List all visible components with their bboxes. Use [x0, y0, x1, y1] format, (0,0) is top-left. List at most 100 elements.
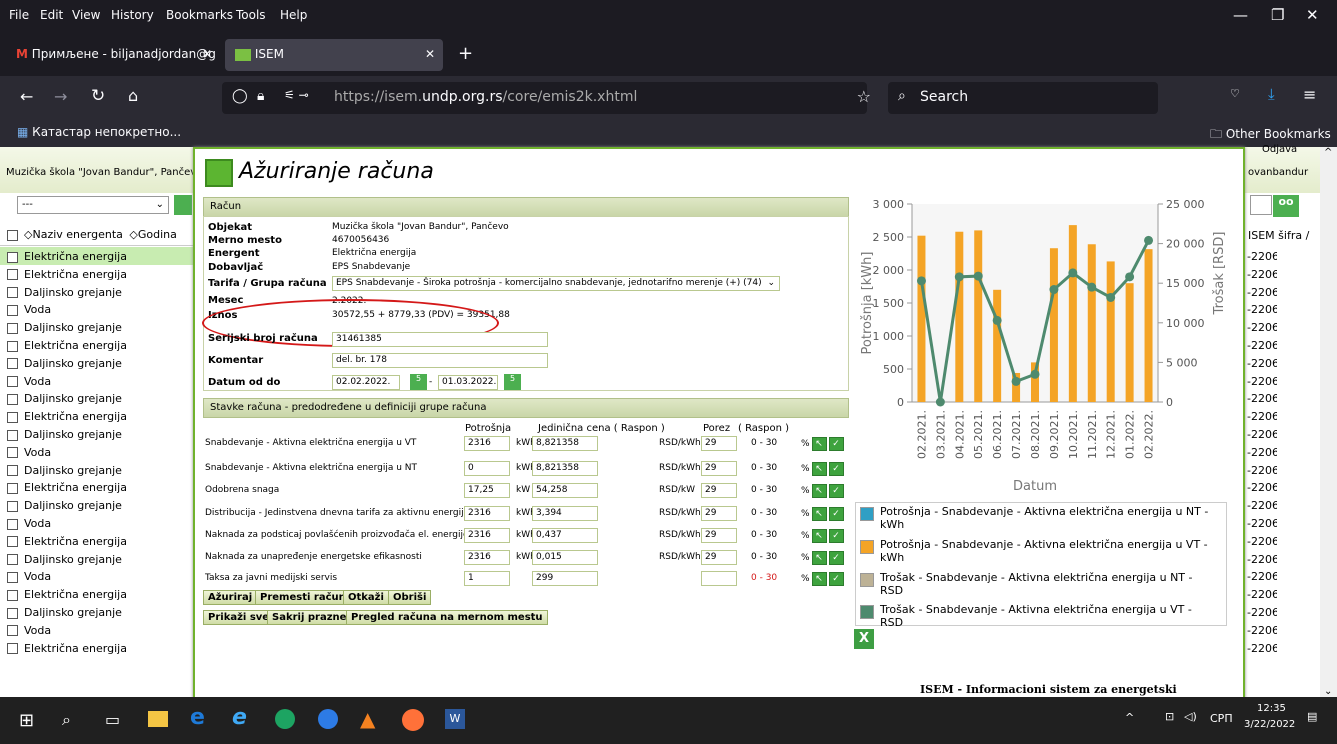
close-window-icon[interactable]: ✕: [1306, 6, 1319, 24]
item-qty-input[interactable]: 2316: [464, 528, 510, 543]
datum-od-input[interactable]: 02.02.2022.: [332, 375, 400, 390]
col-naziv[interactable]: Naziv energenta: [32, 228, 122, 241]
legend-item[interactable]: Trošak - Snabdevanje - Aktivna električn…: [856, 603, 1216, 629]
table-row[interactable]: Električna energija: [0, 639, 193, 657]
windows-start-icon[interactable]: ⊞: [19, 710, 34, 731]
table-row[interactable]: Voda: [0, 372, 193, 390]
komentar-input[interactable]: del. br. 178: [332, 353, 548, 368]
table-row[interactable]: Električna energija: [0, 265, 193, 283]
item-price-input[interactable]: 0,015: [532, 550, 598, 565]
back-icon[interactable]: ←: [20, 87, 33, 106]
chrome-icon[interactable]: [275, 709, 295, 729]
filter-icon[interactable]: [174, 195, 192, 215]
row-checkbox[interactable]: [7, 607, 18, 619]
permissions-icon[interactable]: ⚟ ⊸: [284, 88, 309, 102]
item-price-input[interactable]: 8,821358: [532, 436, 598, 451]
home-icon[interactable]: ⌂: [128, 86, 138, 105]
item-qty-input[interactable]: 2316: [464, 550, 510, 565]
check-icon[interactable]: ✓: [828, 484, 844, 498]
row-checkbox[interactable]: [7, 304, 18, 316]
item-tax-input[interactable]: 29: [701, 550, 737, 565]
check-icon[interactable]: ✓: [828, 437, 844, 451]
obrisi-button[interactable]: Obriši: [388, 590, 432, 605]
shield-icon[interactable]: ◯: [232, 88, 248, 104]
row-checkbox[interactable]: [7, 393, 18, 405]
select-all-checkbox[interactable]: [7, 229, 18, 241]
network-icon[interactable]: ⊡: [1165, 710, 1174, 723]
excel-export-icon[interactable]: X: [854, 629, 874, 649]
edit-icon[interactable]: ↖: [811, 484, 827, 498]
row-checkbox[interactable]: [7, 518, 18, 530]
row-checkbox[interactable]: [7, 536, 18, 548]
search-bar[interactable]: ⌕ Search: [888, 82, 1158, 114]
app-icon[interactable]: [318, 709, 338, 729]
edit-icon[interactable]: ↖: [811, 437, 827, 451]
table-row[interactable]: Električna energija: [0, 247, 193, 265]
row-checkbox[interactable]: [7, 411, 18, 423]
row-checkbox[interactable]: [7, 269, 18, 281]
sakrij-prazne-button[interactable]: Sakrij prazne: [267, 610, 352, 625]
item-qty-input[interactable]: 2316: [464, 436, 510, 451]
legend-item[interactable]: Potrošnja - Snabdevanje - Aktivna elektr…: [856, 505, 1216, 531]
word-icon[interactable]: W: [445, 709, 465, 729]
item-tax-input[interactable]: 29: [701, 528, 737, 543]
minimize-icon[interactable]: —: [1233, 6, 1248, 24]
notifications-icon[interactable]: ▤: [1307, 710, 1317, 723]
calendar-icon[interactable]: 5: [504, 374, 521, 390]
lock-icon[interactable]: 🔒︎: [257, 88, 264, 104]
clock-date[interactable]: 3/22/2022: [1244, 719, 1295, 730]
item-price-input[interactable]: 3,394: [532, 506, 598, 521]
col-isem[interactable]: ISEM šifra /: [1248, 229, 1309, 242]
row-checkbox[interactable]: [7, 429, 18, 441]
legend-item[interactable]: Potrošnja - Snabdevanje - Aktivna elektr…: [856, 538, 1216, 564]
clock-time[interactable]: 12:35: [1257, 703, 1286, 714]
item-tax-input[interactable]: 29: [701, 483, 737, 498]
row-checkbox[interactable]: [7, 340, 18, 352]
item-price-input[interactable]: 8,821358: [532, 461, 598, 476]
table-row[interactable]: Voda: [0, 567, 193, 585]
table-row[interactable]: Daljinsko grejanje: [0, 318, 193, 336]
vlc-icon[interactable]: ▲: [360, 707, 375, 731]
row-checkbox[interactable]: [7, 287, 18, 299]
check-icon[interactable]: ✓: [828, 462, 844, 476]
calendar-icon[interactable]: 5: [410, 374, 427, 390]
sort-icon[interactable]: ◇: [129, 228, 137, 241]
pregled-button[interactable]: Pregled računa na mernom mestu: [346, 610, 548, 625]
tray-chevron-icon[interactable]: ^: [1125, 711, 1134, 724]
table-row[interactable]: Daljinsko grejanje: [0, 283, 193, 301]
item-tax-input[interactable]: 29: [701, 461, 737, 476]
menu-history[interactable]: History: [111, 8, 154, 22]
table-row[interactable]: Električna energija: [0, 407, 193, 425]
check-icon[interactable]: ✓: [828, 572, 844, 586]
forward-icon[interactable]: →: [54, 87, 67, 106]
datum-do-input[interactable]: 01.03.2022.: [438, 375, 498, 390]
col-godina[interactable]: Godina: [138, 228, 177, 241]
link-icon[interactable]: oo: [1273, 195, 1299, 217]
tarifa-select[interactable]: EPS Snabdevanje - Široka potrošnja - kom…: [332, 276, 780, 291]
edit-icon[interactable]: ↖: [811, 462, 827, 476]
row-checkbox[interactable]: [7, 447, 18, 459]
table-row[interactable]: Električna energija: [0, 336, 193, 354]
azuriraj-button[interactable]: Ažuriraj: [203, 590, 258, 605]
download-icon[interactable]: ⤓: [1268, 85, 1275, 103]
prikazi-sve-button[interactable]: Prikaži sve: [203, 610, 275, 625]
check-icon[interactable]: ✓: [828, 551, 844, 565]
edge-legacy-icon[interactable]: e: [190, 705, 205, 730]
item-tax-input[interactable]: 29: [701, 506, 737, 521]
table-row[interactable]: Voda: [0, 443, 193, 461]
bookmark-item[interactable]: ▦ Катастар непокретно...: [17, 125, 181, 139]
row-checkbox[interactable]: [7, 500, 18, 512]
table-row[interactable]: Voda: [0, 514, 193, 532]
logout-link[interactable]: Odjava: [1262, 144, 1297, 155]
close-tab-icon[interactable]: ✕: [425, 47, 435, 61]
table-row[interactable]: Električna energija: [0, 585, 193, 603]
hamburger-menu-icon[interactable]: ≡: [1303, 85, 1316, 104]
otkazi-button[interactable]: Otkaži: [343, 590, 389, 605]
item-qty-input[interactable]: 17,25: [464, 483, 510, 498]
menu-tools[interactable]: Tools: [236, 8, 266, 22]
row-checkbox[interactable]: [7, 625, 18, 637]
row-checkbox[interactable]: [7, 482, 18, 494]
row-checkbox[interactable]: [7, 358, 18, 370]
scrollbar[interactable]: ^ ⌄: [1320, 147, 1337, 697]
premesti-button[interactable]: Premesti račun: [255, 590, 351, 605]
